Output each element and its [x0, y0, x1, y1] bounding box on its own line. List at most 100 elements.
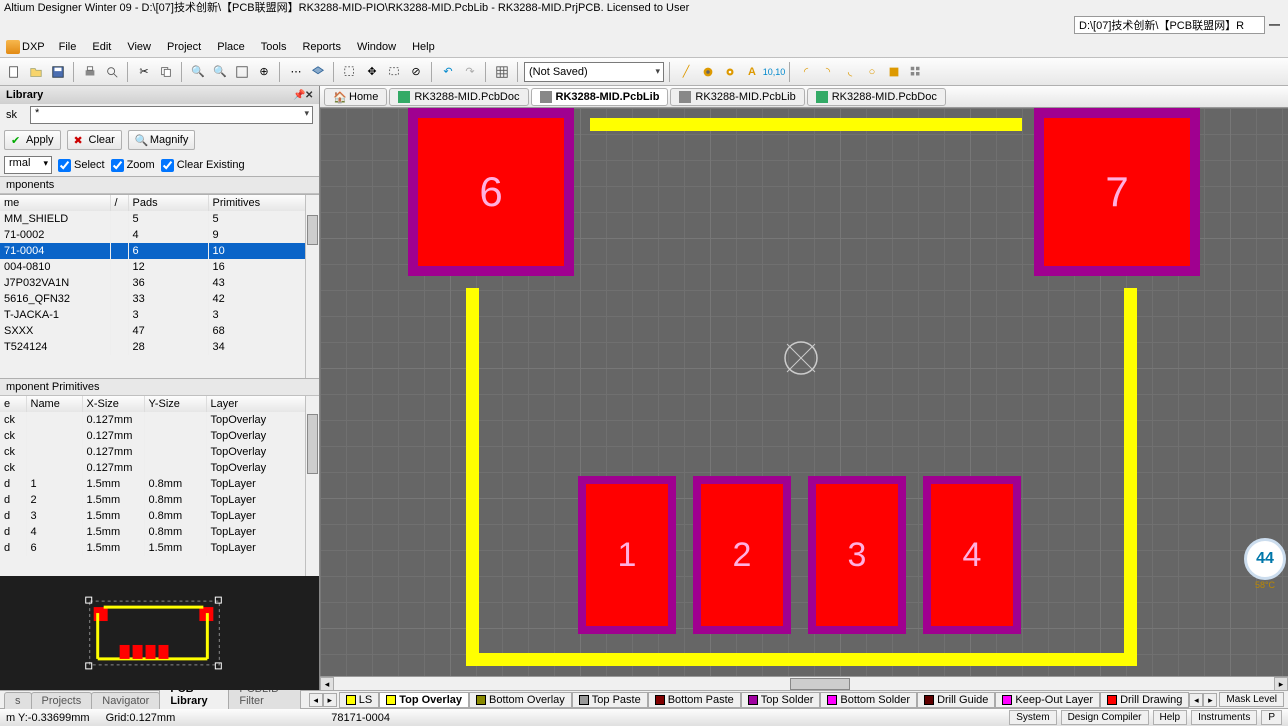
menu-tools[interactable]: Tools	[253, 39, 295, 55]
lasso-icon[interactable]	[384, 62, 404, 82]
col-prims[interactable]: Primitives	[208, 195, 319, 211]
table-row[interactable]: ck0.127mmTopOverlay	[0, 412, 319, 428]
table-row[interactable]: ck0.127mmTopOverlay	[0, 460, 319, 476]
table-row[interactable]: d11.5mm0.8mmTopLayer	[0, 476, 319, 492]
col-xsize[interactable]: X-Size	[82, 396, 144, 412]
table-row[interactable]: d41.5mm0.8mmTopLayer	[0, 524, 319, 540]
table-row[interactable]: d21.5mm0.8mmTopLayer	[0, 492, 319, 508]
layer-top-solder[interactable]: Top Solder	[741, 692, 821, 708]
dimension-icon[interactable]: 10,10	[764, 62, 784, 82]
doc-tab-2[interactable]: RK3288-MID.PcbLib	[531, 88, 669, 106]
status-design[interactable]: Design Compiler	[1061, 710, 1149, 725]
home-tab[interactable]: 🏠Home	[324, 88, 387, 106]
grid-icon[interactable]	[492, 62, 512, 82]
menu-window[interactable]: Window	[349, 39, 404, 55]
tab-navigator[interactable]: Navigator	[91, 692, 160, 709]
zoom-icon[interactable]: ⊕	[254, 62, 274, 82]
layer-bottom-solder[interactable]: Bottom Solder	[820, 692, 917, 708]
status-help[interactable]: Help	[1153, 710, 1188, 725]
menu-edit[interactable]: Edit	[84, 39, 119, 55]
clear-button[interactable]: ✖Clear	[67, 130, 122, 150]
zoom-out-icon[interactable]: 🔍	[210, 62, 230, 82]
via-icon[interactable]	[720, 62, 740, 82]
table-row[interactable]: J7P032VA1N3643	[0, 275, 319, 291]
nav-prev-icon[interactable]: ◂	[309, 693, 323, 707]
table-row[interactable]: d31.5mm0.8mmTopLayer	[0, 508, 319, 524]
mode-combo[interactable]: rmal	[4, 156, 52, 174]
col-layer[interactable]: Layer	[206, 396, 319, 412]
scroll-right-icon[interactable]: ▸	[1274, 677, 1288, 691]
nav-next2-icon[interactable]: ▸	[1203, 693, 1217, 707]
layers-icon[interactable]	[308, 62, 328, 82]
table-row[interactable]: ck0.127mmTopOverlay	[0, 444, 319, 460]
table-row[interactable]: T5241242834	[0, 339, 319, 355]
table-row[interactable]: MM_SHIELD55	[0, 211, 319, 227]
menu-reports[interactable]: Reports	[294, 39, 349, 55]
pcb-canvas[interactable]: 6 7 1 2 3 4 44	[320, 108, 1288, 676]
col-name[interactable]: Name	[26, 396, 82, 412]
layer-bottom-paste[interactable]: Bottom Paste	[648, 692, 741, 708]
col-type[interactable]: e	[0, 396, 26, 412]
pad-6[interactable]: 6	[408, 108, 574, 276]
table-row[interactable]: T-JACKA-133	[0, 307, 319, 323]
magnify-button[interactable]: 🔍Magnify	[128, 130, 196, 150]
tab-s[interactable]: s	[4, 692, 32, 709]
table-row[interactable]: 71-000249	[0, 227, 319, 243]
cut-icon[interactable]: ✂	[134, 62, 154, 82]
pin-icon[interactable]: 📌	[293, 90, 303, 100]
zoom-checkbox[interactable]: Zoom	[111, 159, 155, 172]
nav-next-icon[interactable]: ▸	[323, 693, 337, 707]
doc-tab-1[interactable]: RK3288-MID.PcbDoc	[389, 88, 528, 106]
col-name[interactable]: me	[0, 195, 110, 211]
layer-top-overlay[interactable]: Top Overlay	[379, 692, 469, 708]
col-pads[interactable]: Pads	[128, 195, 208, 211]
menu-file[interactable]: File	[51, 39, 85, 55]
pad-2[interactable]: 2	[693, 476, 791, 634]
scrollbar[interactable]	[305, 396, 319, 576]
layer-top-paste[interactable]: Top Paste	[572, 692, 648, 708]
pad-3[interactable]: 3	[808, 476, 906, 634]
saved-combo[interactable]: (Not Saved)	[524, 62, 664, 82]
layer-bottom-overlay[interactable]: Bottom Overlay	[469, 692, 572, 708]
close-panel-icon[interactable]: ✕	[305, 90, 315, 100]
mask-input[interactable]: *	[30, 106, 313, 124]
move-icon[interactable]: ✥	[362, 62, 382, 82]
col-ysize[interactable]: Y-Size	[144, 396, 206, 412]
layer-drill-guide[interactable]: Drill Guide	[917, 692, 995, 708]
status-p[interactable]: P	[1261, 710, 1282, 725]
status-system[interactable]: System	[1009, 710, 1056, 725]
print-icon[interactable]	[80, 62, 100, 82]
dxp-menu[interactable]: DXP	[6, 40, 45, 54]
nav-prev2-icon[interactable]: ◂	[1189, 693, 1203, 707]
pad-icon[interactable]	[698, 62, 718, 82]
select-checkbox[interactable]: Select	[58, 159, 105, 172]
path-input[interactable]	[1074, 16, 1265, 34]
full-circle-icon[interactable]: ○	[862, 62, 882, 82]
track-icon[interactable]: ╱	[676, 62, 696, 82]
save-icon[interactable]	[48, 62, 68, 82]
dots-icon[interactable]: ⋯	[286, 62, 306, 82]
array-icon[interactable]	[906, 62, 926, 82]
horizontal-scrollbar[interactable]: ◂ ▸	[320, 676, 1288, 690]
table-row[interactable]: ck0.127mmTopOverlay	[0, 428, 319, 444]
zoom-fit-icon[interactable]	[232, 62, 252, 82]
table-header[interactable]: e Name X-Size Y-Size Layer	[0, 396, 319, 412]
status-instruments[interactable]: Instruments	[1191, 710, 1257, 725]
apply-button[interactable]: ✔Apply	[4, 130, 61, 150]
mask-level[interactable]: Mask Level	[1219, 692, 1284, 707]
deselect-icon[interactable]: ⊘	[406, 62, 426, 82]
table-header[interactable]: me / Pads Primitives	[0, 195, 319, 211]
minimize-icon[interactable]: —	[1265, 19, 1284, 31]
select-icon[interactable]	[340, 62, 360, 82]
tab-projects[interactable]: Projects	[31, 692, 93, 709]
scroll-thumb[interactable]	[307, 414, 318, 474]
temperature-widget[interactable]: 44 58°C	[1244, 538, 1286, 598]
arc-any-icon[interactable]: ◟	[840, 62, 860, 82]
copy-icon[interactable]	[156, 62, 176, 82]
menu-place[interactable]: Place	[209, 39, 253, 55]
menu-view[interactable]: View	[119, 39, 159, 55]
scroll-left-icon[interactable]: ◂	[320, 677, 334, 691]
table-row[interactable]: d61.5mm1.5mmTopLayer	[0, 540, 319, 556]
menu-help[interactable]: Help	[404, 39, 443, 55]
zoom-in-icon[interactable]: 🔍	[188, 62, 208, 82]
